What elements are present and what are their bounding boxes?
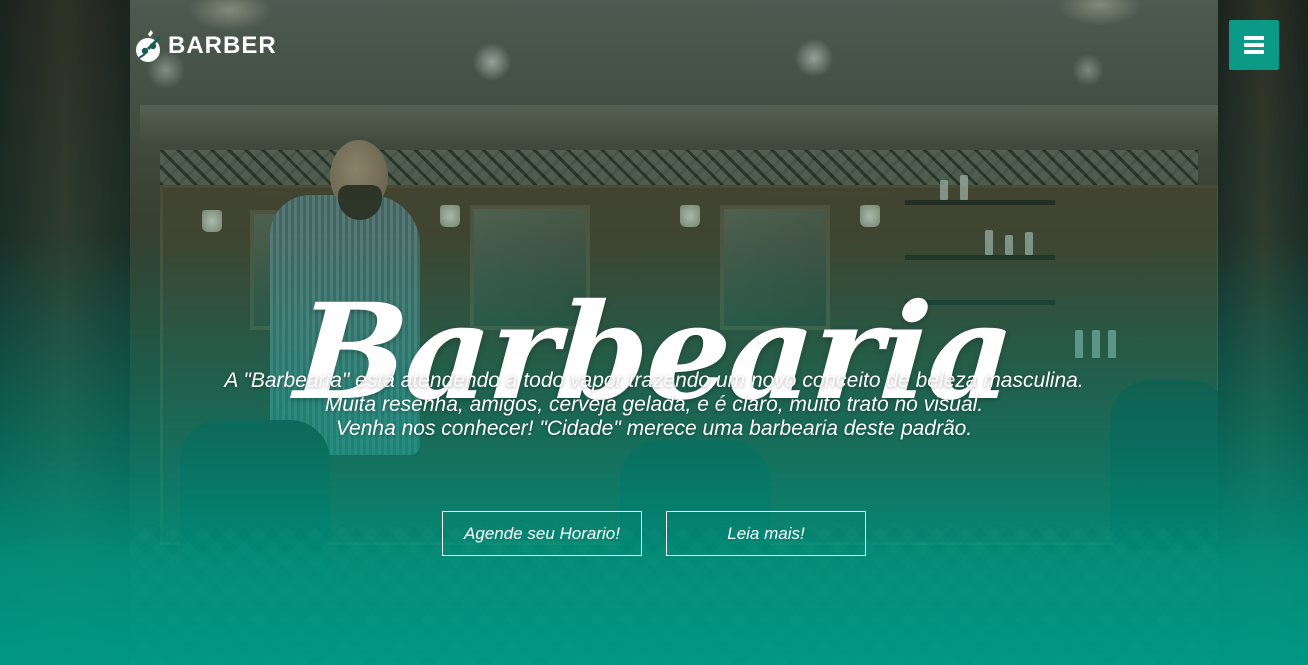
menu-toggle-button[interactable] — [1229, 20, 1279, 70]
hero-line: A "Barbearia" está atendendo a todo vapo… — [224, 369, 1084, 392]
hero-line: Venha nos conhecer! "Cidade" merece uma … — [335, 417, 973, 440]
logo-text: BARBER — [168, 32, 277, 59]
cta-buttons: Agende seu Horario! Leia mais! — [442, 511, 866, 556]
hero-description: A "Barbearia" está atendendo a todo vapo… — [0, 369, 1308, 441]
hamburger-menu-icon — [1244, 36, 1264, 54]
hero-section: BARBER Barbearia A "Barbearia" está aten… — [0, 0, 1308, 665]
hero-line: Muita resenha, amigos, cerveja gelada, e… — [324, 393, 984, 416]
schedule-button[interactable]: Agende seu Horario! — [442, 511, 642, 556]
logo-link[interactable]: BARBER — [131, 28, 277, 64]
barber-scissors-logo-icon — [136, 30, 161, 62]
read-more-button[interactable]: Leia mais! — [666, 511, 866, 556]
